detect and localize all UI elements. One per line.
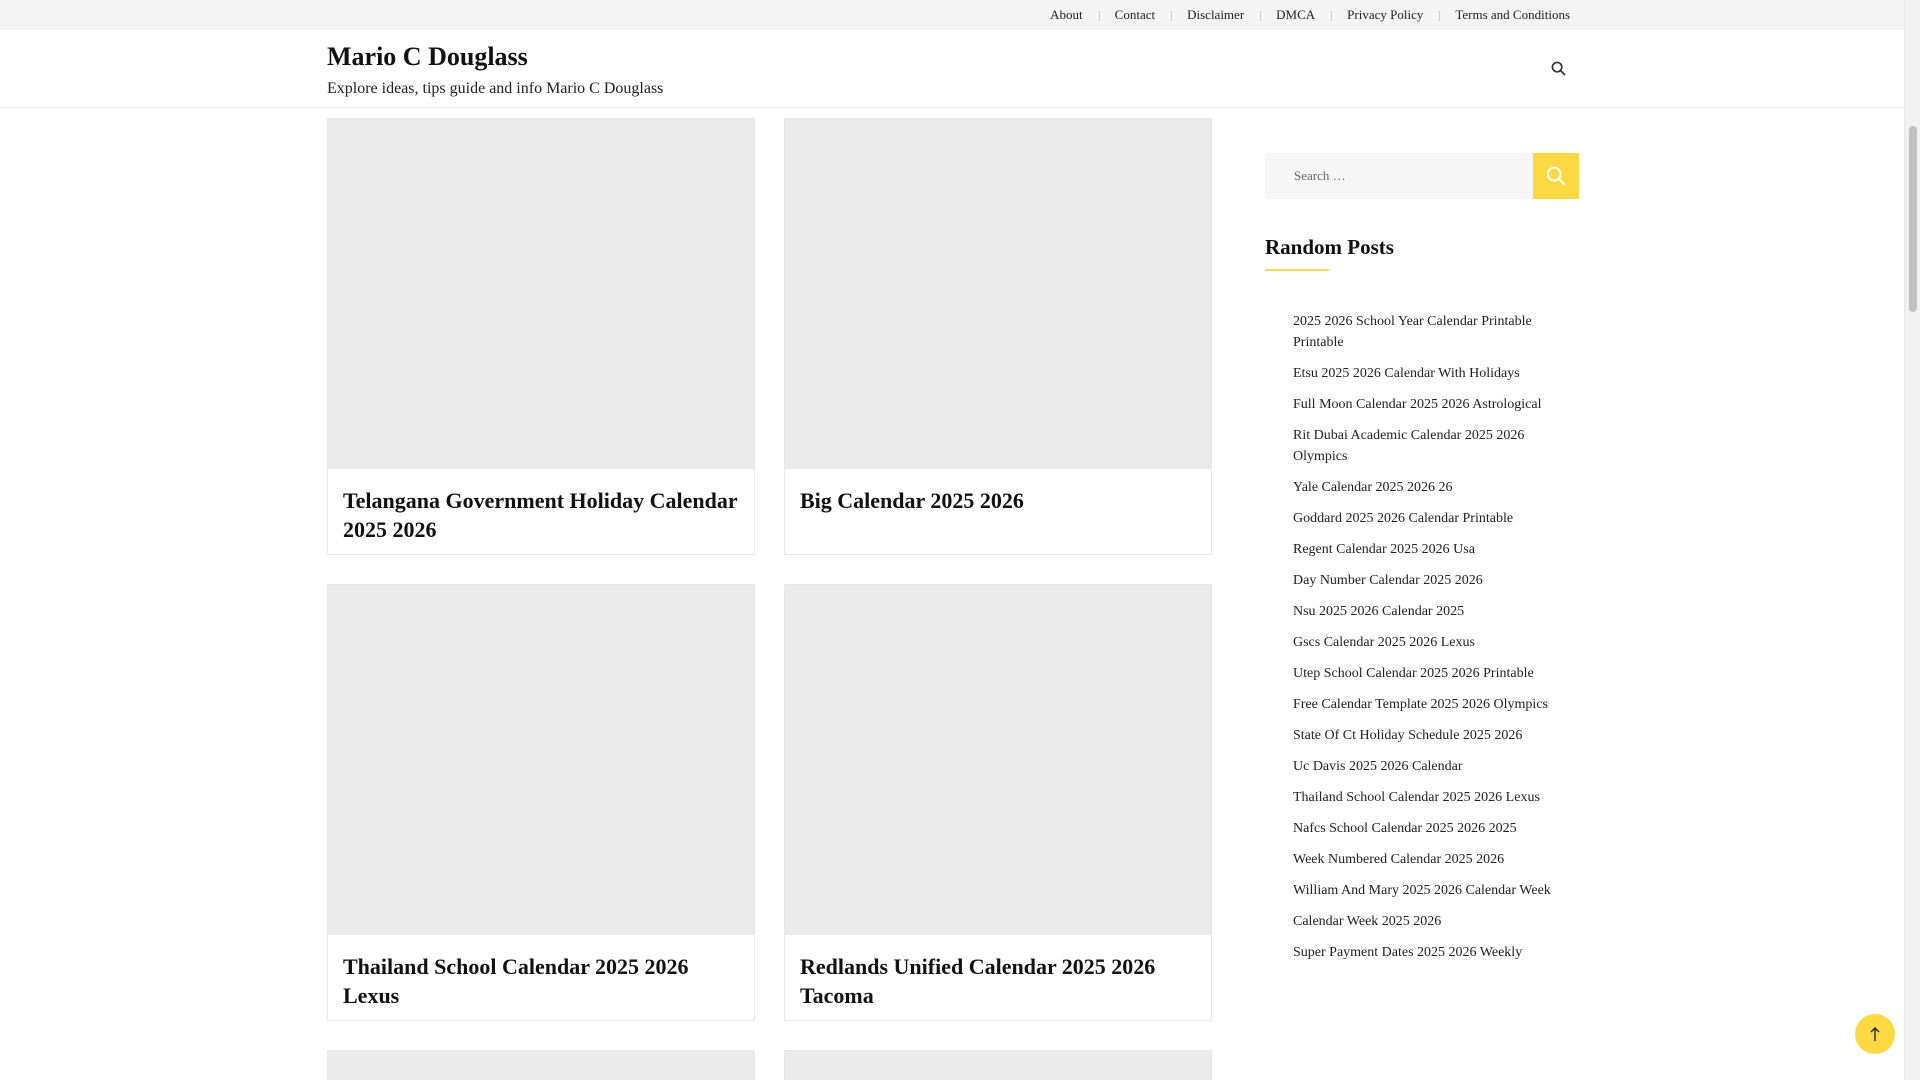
random-post-link[interactable]: Rit Dubai Academic Calendar 2025 2026 Ol… (1293, 425, 1555, 467)
nav-link-about[interactable]: About (1034, 0, 1099, 30)
post-card: Telangana Government Holiday Calendar 20… (327, 118, 755, 555)
search-icon (1546, 166, 1566, 186)
random-post-link[interactable]: Calendar Week 2025 2026 (1293, 911, 1555, 932)
header-search-button[interactable] (1546, 56, 1570, 80)
top-navigation: About Contact Disclaimer DMCA Privacy Po… (1034, 0, 1570, 30)
nav-link-privacy-policy[interactable]: Privacy Policy (1331, 0, 1439, 30)
nav-link-dmca[interactable]: DMCA (1260, 0, 1331, 30)
random-post-link[interactable]: Utep School Calendar 2025 2026 Printable (1293, 663, 1555, 684)
random-post-link[interactable]: Week Numbered Calendar 2025 2026 (1293, 849, 1555, 870)
arrow-up-icon (1870, 1027, 1880, 1041)
random-post-link[interactable]: Free Calendar Template 2025 2026 Olympic… (1293, 694, 1555, 715)
site-description: Explore ideas, tips guide and info Mario… (327, 80, 664, 97)
site-title[interactable]: Mario C Douglass (327, 42, 528, 72)
random-post-link[interactable]: Nafcs School Calendar 2025 2026 2025 (1293, 818, 1555, 839)
random-post-link[interactable]: Super Payment Dates 2025 2026 Weekly (1293, 942, 1555, 963)
post-title[interactable]: Big Calendar 2025 2026 (800, 486, 1196, 515)
widget-title: Random Posts (1265, 235, 1394, 259)
search-icon (1551, 61, 1565, 75)
random-post-link[interactable]: Day Number Calendar 2025 2026 (1293, 570, 1555, 591)
random-post-link[interactable]: 2025 2026 School Year Calendar Printable… (1293, 311, 1555, 353)
random-post-link[interactable]: Yale Calendar 2025 2026 26 (1293, 477, 1555, 498)
top-bar: About Contact Disclaimer DMCA Privacy Po… (0, 0, 1904, 30)
post-card (327, 1050, 755, 1080)
random-post-link[interactable]: Thailand School Calendar 2025 2026 Lexus (1293, 787, 1555, 808)
post-thumbnail[interactable] (328, 585, 754, 935)
post-title[interactable]: Redlands Unified Calendar 2025 2026 Taco… (800, 952, 1196, 1010)
widget-title-underline (1265, 269, 1329, 271)
post-card: Big Calendar 2025 2026 (784, 118, 1212, 555)
random-posts-list: 2025 2026 School Year Calendar Printable… (1293, 311, 1555, 973)
post-thumbnail[interactable] (328, 119, 754, 469)
site-header: Mario C Douglass Explore ideas, tips gui… (0, 30, 1904, 108)
post-card: Thailand School Calendar 2025 2026 Lexus (327, 584, 755, 1021)
post-card (784, 1050, 1212, 1080)
random-post-link[interactable]: Nsu 2025 2026 Calendar 2025 (1293, 601, 1555, 622)
post-thumbnail[interactable] (785, 1051, 1211, 1080)
random-post-link[interactable]: Gscs Calendar 2025 2026 Lexus (1293, 632, 1555, 653)
sidebar-search-form (1265, 153, 1579, 199)
nav-link-terms[interactable]: Terms and Conditions (1439, 0, 1570, 30)
scroll-to-top-button[interactable] (1855, 1014, 1895, 1054)
random-post-link[interactable]: Regent Calendar 2025 2026 Usa (1293, 539, 1555, 560)
post-card: Redlands Unified Calendar 2025 2026 Taco… (784, 584, 1212, 1021)
random-post-link[interactable]: State Of Ct Holiday Schedule 2025 2026 (1293, 725, 1555, 746)
nav-link-contact[interactable]: Contact (1098, 0, 1171, 30)
search-submit-button[interactable] (1533, 153, 1579, 199)
nav-link-disclaimer[interactable]: Disclaimer (1171, 0, 1260, 30)
post-thumbnail[interactable] (328, 1051, 754, 1080)
random-post-link[interactable]: Uc Davis 2025 2026 Calendar (1293, 756, 1555, 777)
post-title[interactable]: Telangana Government Holiday Calendar 20… (343, 486, 739, 544)
search-input[interactable] (1265, 153, 1533, 199)
random-post-link[interactable]: Full Moon Calendar 2025 2026 Astrologica… (1293, 394, 1555, 415)
post-thumbnail[interactable] (785, 585, 1211, 935)
page-scrollbar[interactable] (1904, 0, 1920, 1080)
scrollbar-thumb[interactable] (1909, 126, 1917, 312)
post-title[interactable]: Thailand School Calendar 2025 2026 Lexus (343, 952, 739, 1010)
post-thumbnail[interactable] (785, 119, 1211, 469)
random-post-link[interactable]: Etsu 2025 2026 Calendar With Holidays (1293, 363, 1555, 384)
random-post-link[interactable]: Goddard 2025 2026 Calendar Printable (1293, 508, 1555, 529)
random-post-link[interactable]: William And Mary 2025 2026 Calendar Week (1293, 880, 1555, 901)
